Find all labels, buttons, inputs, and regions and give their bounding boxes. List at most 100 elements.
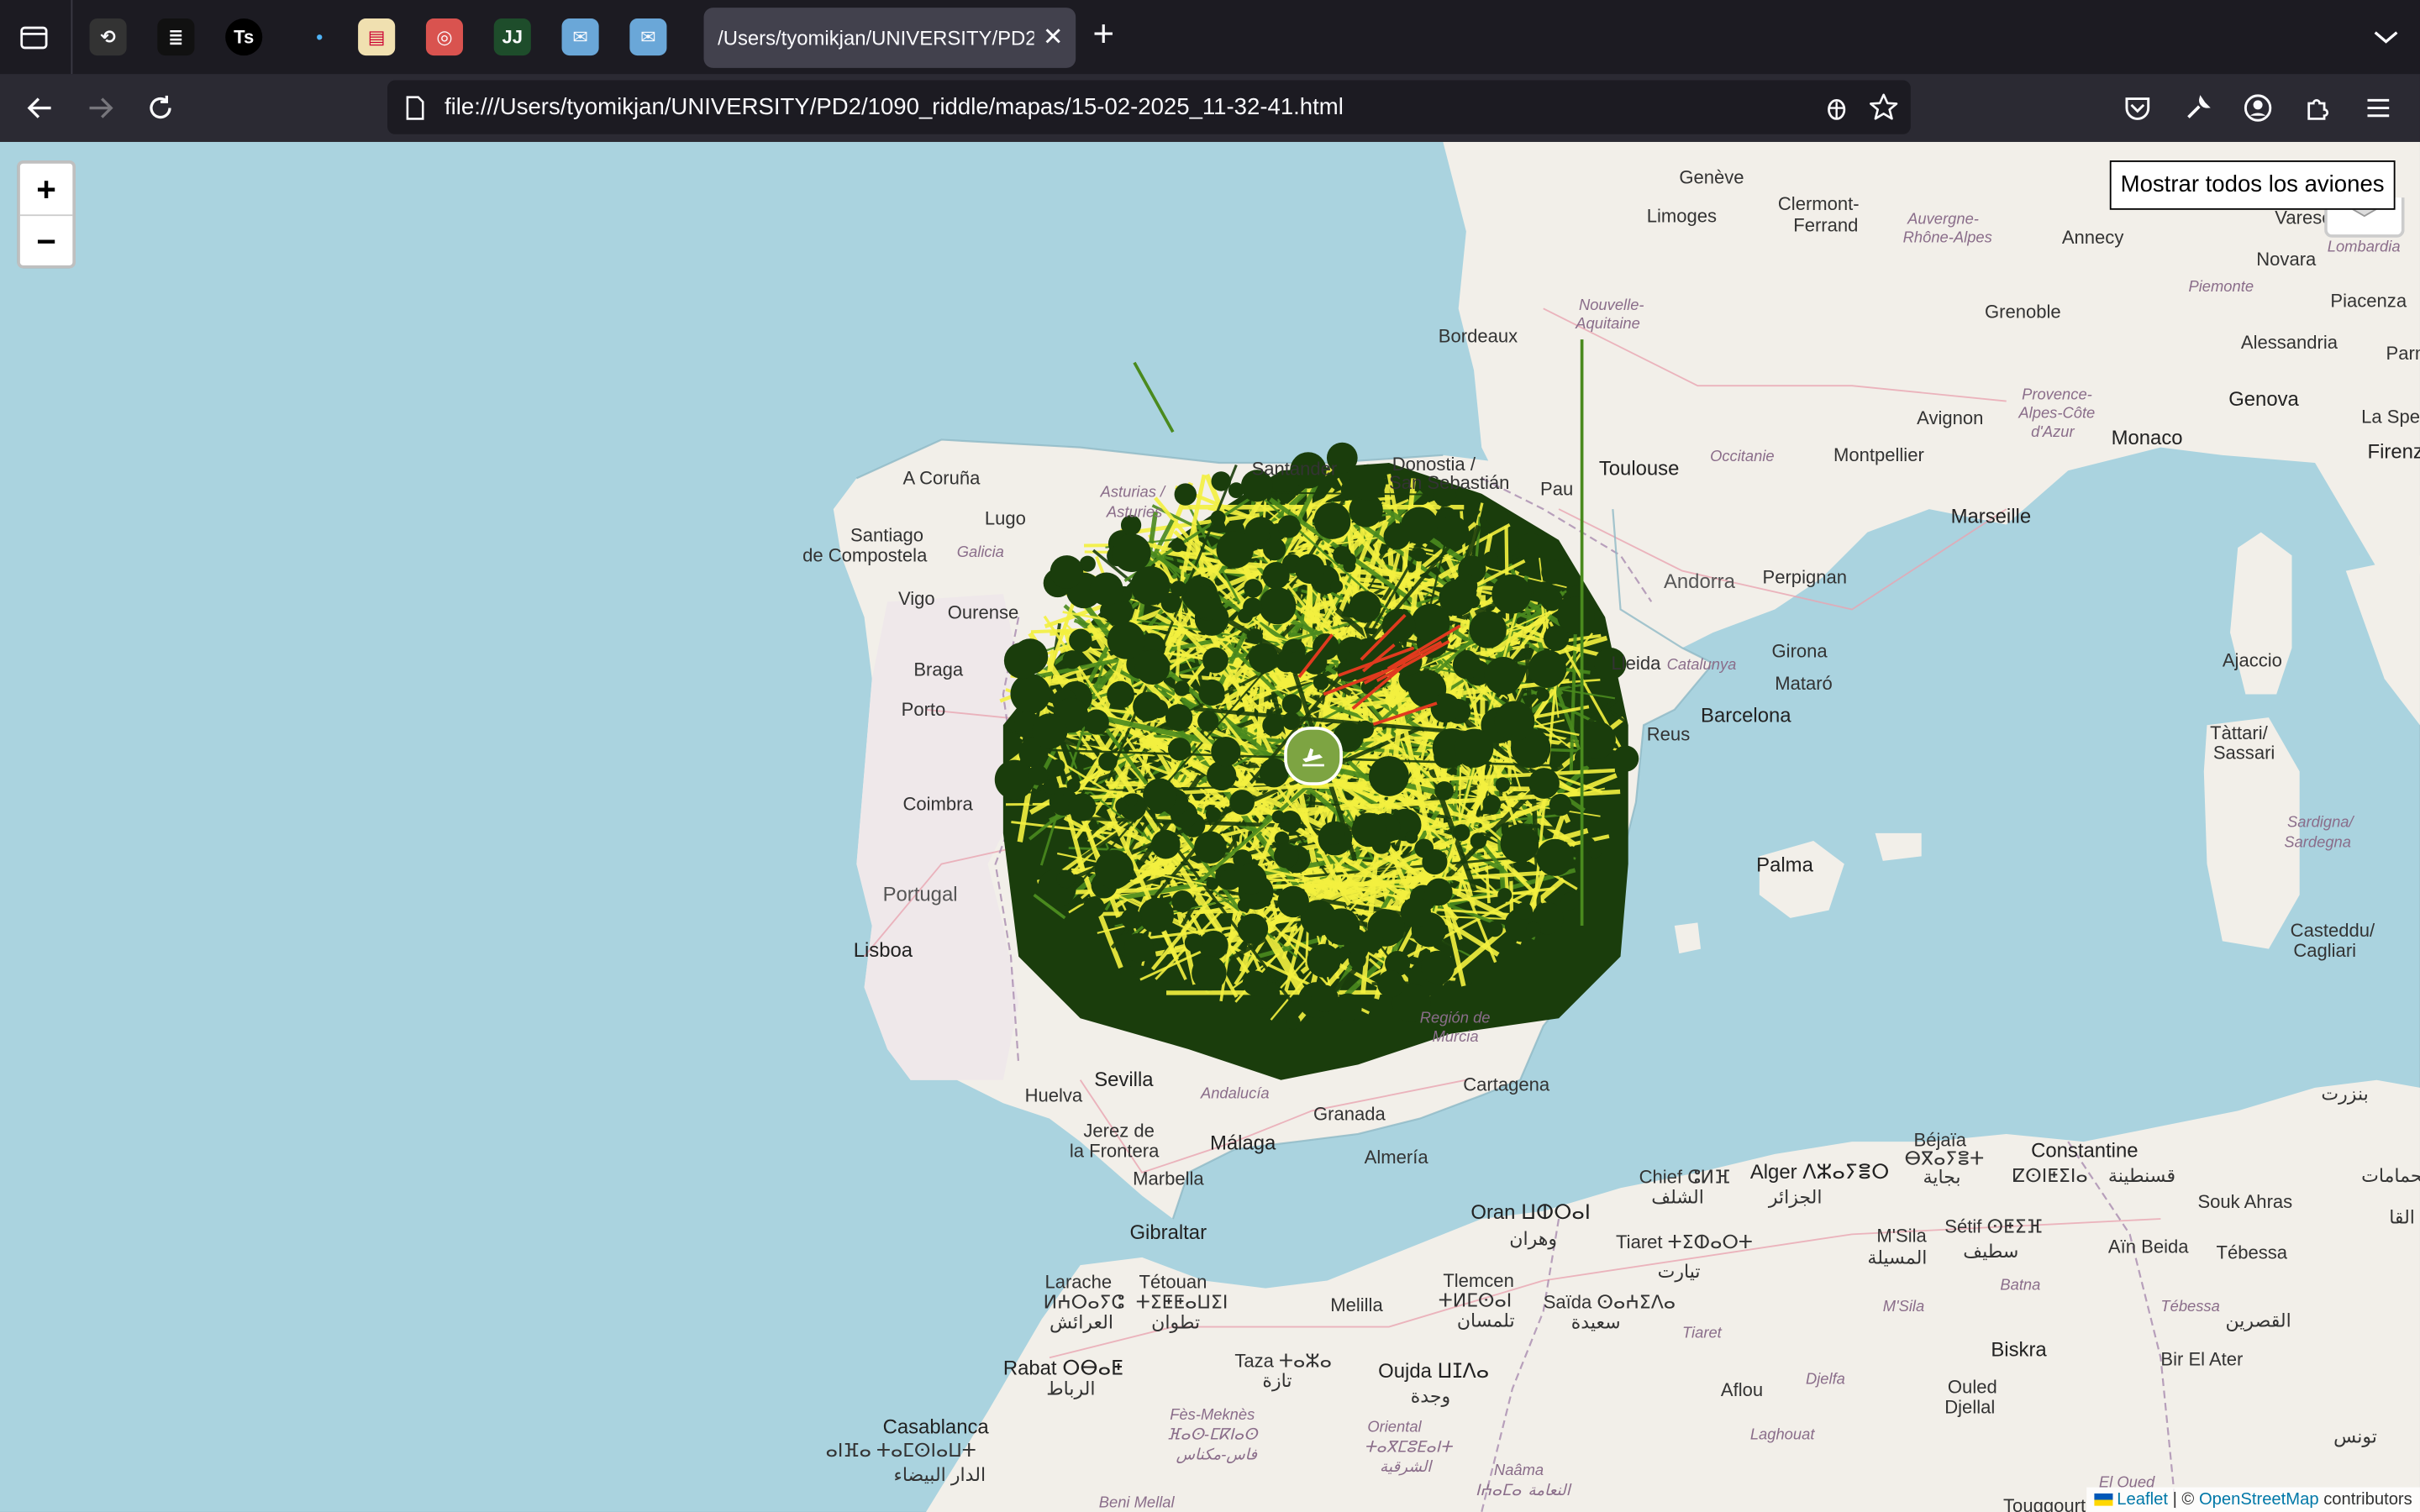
tab-glyph: ◎ bbox=[436, 26, 453, 48]
label-hammamet: الحمامات bbox=[2361, 1164, 2420, 1187]
label-aflou: Aflou bbox=[1720, 1379, 1764, 1401]
extensions-button[interactable] bbox=[2300, 90, 2337, 127]
plane-marker bbox=[1120, 965, 1135, 979]
plane-marker bbox=[1244, 579, 1263, 598]
label-sardegna: Sardegna bbox=[2284, 834, 2351, 852]
back-button[interactable] bbox=[22, 90, 59, 127]
pinned-tab-8[interactable]: ✉ bbox=[561, 18, 599, 56]
label-msila: M'Sila bbox=[1876, 1225, 1927, 1247]
puzzle-icon bbox=[2307, 99, 2329, 120]
plane-marker bbox=[1248, 643, 1279, 674]
tab-glyph: ▤ bbox=[367, 26, 386, 48]
label-ouled: Ouled bbox=[1947, 1376, 1997, 1399]
plane-marker bbox=[1333, 545, 1352, 564]
pinned-tab-5[interactable]: ▤ bbox=[358, 18, 396, 56]
active-tab[interactable]: /Users/tyomikjan/UNIVERSITY/PD2/1090_rid… bbox=[703, 8, 1076, 68]
plane-marker bbox=[1355, 720, 1374, 739]
tab-glyph: ≣ bbox=[168, 26, 184, 48]
wrench-icon bbox=[2187, 95, 2211, 118]
label-cagliari: Cagliari bbox=[2293, 939, 2357, 962]
label-santiago: Santiago bbox=[850, 524, 924, 547]
map-canvas[interactable]: Genève Limoges Clermont- Ferrand Annecy … bbox=[0, 141, 2420, 1512]
menu-button[interactable] bbox=[2360, 90, 2396, 127]
pinned-tab-1[interactable]: ⟲ bbox=[89, 18, 127, 56]
label-alessandria: Alessandria bbox=[2240, 331, 2338, 354]
bookmark-star-icon[interactable] bbox=[1869, 92, 1898, 122]
list-all-tabs-icon[interactable] bbox=[2370, 18, 2402, 55]
plane-marker bbox=[1453, 824, 1470, 842]
label-naamaar: النعامة bbox=[1528, 1483, 1570, 1500]
leaflet-link[interactable]: Leaflet bbox=[2117, 1490, 2168, 1509]
label-tlemar: تلمسان bbox=[1456, 1310, 1515, 1332]
plane-marker bbox=[1107, 621, 1145, 659]
plane-marker bbox=[1262, 714, 1285, 737]
label-constar: قسنطينة bbox=[2107, 1164, 2176, 1187]
label-provence: Provence- bbox=[2022, 387, 2092, 405]
pinned-tab-6[interactable]: ◎ bbox=[425, 18, 464, 56]
plane-marker bbox=[1469, 611, 1507, 648]
label-toulouse: Toulouse bbox=[1598, 456, 1680, 480]
label-lombardia: Lombardia bbox=[2327, 239, 2401, 256]
plane-marker bbox=[1194, 831, 1227, 864]
label-andalucia: Andalucía bbox=[1200, 1086, 1270, 1104]
pinned-tab-2[interactable]: ≣ bbox=[157, 18, 195, 56]
pinned-tab-9[interactable]: ✉ bbox=[629, 18, 667, 56]
close-tab-icon[interactable]: ✕ bbox=[1043, 22, 1064, 53]
label-algerar: الجزائر bbox=[1768, 1186, 1823, 1209]
show-all-planes-button[interactable]: Mostrar todos los aviones bbox=[2109, 160, 2396, 210]
label-tlember: ⵜⵍⵎⵙⴰⵏ bbox=[1438, 1289, 1512, 1312]
label-naamaber: ⵏⵄⴰⵎⴰ bbox=[1475, 1483, 1522, 1500]
plane-marker bbox=[1151, 829, 1181, 859]
forward-button[interactable] bbox=[82, 90, 118, 127]
pinned-tab-7[interactable]: JJ bbox=[493, 18, 531, 56]
label-sansebastian: San Sebastián bbox=[1389, 472, 1510, 494]
zoom-in-button[interactable]: + bbox=[19, 164, 73, 217]
label-laghouat: Laghouat bbox=[1749, 1426, 1815, 1445]
pinned-tab-3[interactable]: Ts bbox=[225, 18, 263, 56]
plane-marker bbox=[1494, 701, 1535, 742]
pinned-tab-4[interactable]: • bbox=[301, 18, 338, 55]
label-msila2: M'Sila bbox=[1882, 1299, 1925, 1316]
firefox-view-icon[interactable] bbox=[15, 18, 52, 55]
label-mataro: Mataró bbox=[1775, 672, 1833, 695]
account-button[interactable] bbox=[2239, 90, 2276, 127]
reload-button[interactable] bbox=[142, 90, 179, 127]
plane-marker bbox=[1113, 533, 1151, 573]
tab-divider bbox=[71, 0, 73, 75]
plane-marker bbox=[1323, 908, 1360, 946]
page: ⟲ ≣ Ts • ▤ ◎ JJ ✉ ✉ /Users/tyomikjan/UNI… bbox=[0, 0, 2420, 1512]
label-bordeaux: Bordeaux bbox=[1438, 325, 1518, 348]
label-asturias: Asturias / bbox=[1100, 484, 1165, 501]
url-text: file:///Users/tyomikjan/UNIVERSITY/PD2/1… bbox=[444, 94, 1344, 121]
label-huelva: Huelva bbox=[1024, 1084, 1083, 1106]
label-ferrand: Ferrand bbox=[1793, 214, 1859, 237]
url-bar[interactable]: file:///Users/tyomikjan/UNIVERSITY/PD2/1… bbox=[387, 80, 1911, 134]
plane-marker bbox=[1003, 642, 1041, 680]
osm-link[interactable]: OpenStreetMap bbox=[2199, 1490, 2319, 1509]
tab-glyph: • bbox=[316, 26, 324, 48]
pocket-button[interactable] bbox=[2119, 90, 2156, 127]
label-palma: Palma bbox=[1756, 853, 1813, 877]
label-tiaretar: تيارت bbox=[1657, 1260, 1701, 1283]
label-laspezia: La Spezia bbox=[2361, 406, 2420, 428]
plane-marker bbox=[1235, 864, 1267, 895]
label-santander: Santander bbox=[1251, 458, 1338, 480]
bug-icon[interactable] bbox=[1823, 94, 1850, 122]
label-almeria: Almería bbox=[1364, 1146, 1428, 1168]
new-tab-button[interactable]: + bbox=[1092, 14, 1114, 55]
label-tebessa: Tébessa bbox=[2216, 1242, 2288, 1264]
label-casablanca: Casablanca bbox=[882, 1415, 989, 1438]
label-msilaar: المسيلة bbox=[1867, 1247, 1928, 1268]
zoom-out-button[interactable]: − bbox=[20, 216, 72, 267]
label-porto: Porto bbox=[901, 699, 946, 721]
plane-marker bbox=[1174, 680, 1190, 696]
plane-marker bbox=[1062, 650, 1082, 669]
plane-marker bbox=[1294, 554, 1325, 585]
plane-marker bbox=[1219, 869, 1240, 890]
devtools-button[interactable] bbox=[2179, 90, 2216, 127]
plane-marker bbox=[1434, 781, 1455, 801]
label-larache: Larache bbox=[1044, 1271, 1113, 1294]
airport-marker[interactable] bbox=[1284, 727, 1343, 785]
plane-marker bbox=[1536, 838, 1574, 876]
label-andorra: Andorra bbox=[1663, 569, 1735, 593]
